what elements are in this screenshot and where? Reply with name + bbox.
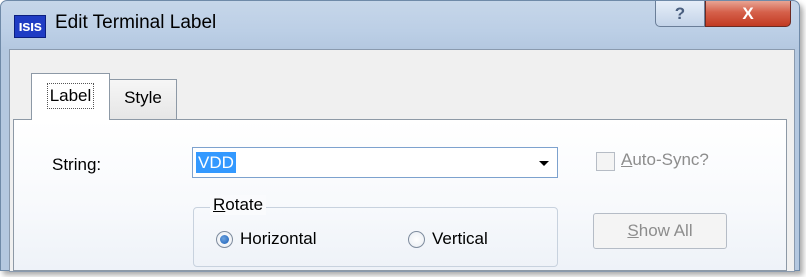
dropdown-arrow-icon[interactable] [539, 161, 549, 166]
title-bar[interactable]: ısıs Edit Terminal Label ? X [1, 1, 799, 49]
close-button[interactable]: X [705, 1, 791, 27]
horizontal-radio-label[interactable]: Horizontal [240, 229, 317, 249]
auto-sync-access-key: A [621, 150, 633, 169]
tab-label[interactable]: Label [31, 73, 110, 120]
help-button[interactable]: ? [655, 1, 705, 27]
rotate-access-key: R [213, 195, 226, 214]
string-value[interactable]: VDD [196, 152, 236, 173]
show-all-button[interactable]: Show All [593, 213, 727, 249]
tab-style[interactable]: Style [109, 79, 177, 119]
isis-app-icon: ısıs [14, 15, 46, 38]
auto-sync-label: Auto-Sync? [621, 150, 709, 170]
auto-sync-checkbox[interactable] [596, 152, 615, 171]
show-all-access-key: S [627, 221, 639, 240]
vertical-radio[interactable] [408, 231, 425, 248]
show-all-label-rest: how All [638, 221, 693, 240]
rotate-legend: Rotate [210, 195, 267, 215]
horizontal-radio[interactable] [216, 231, 233, 248]
string-combobox[interactable]: VDD [192, 147, 558, 178]
auto-sync-label-rest: uto-Sync? [632, 150, 709, 169]
string-label: String: [52, 155, 102, 174]
tab-style-text: Style [124, 88, 162, 107]
tab-label-text: Label [46, 83, 95, 109]
window-title: Edit Terminal Label [55, 12, 217, 33]
vertical-radio-label[interactable]: Vertical [432, 229, 488, 249]
rotate-legend-rest: otate [225, 195, 264, 214]
